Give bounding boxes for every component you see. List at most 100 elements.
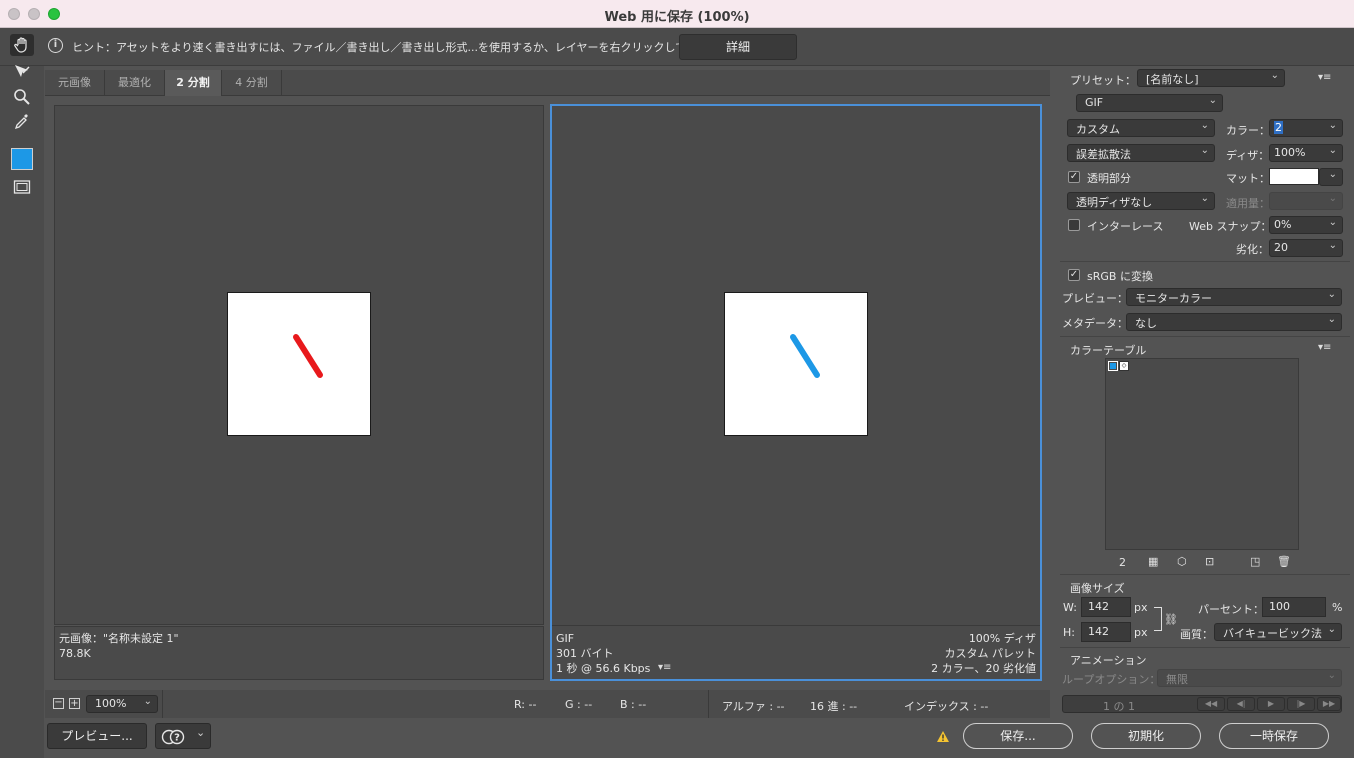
next-frame-icon[interactable]: |▶ [1287, 697, 1315, 711]
convert-srgb-checkbox[interactable]: ✓ [1068, 269, 1080, 281]
settings-panel: プリセット： [名前なし] ⌄ ▾≡ GIF ⌄ カスタム ⌄ カラー： 2 ⌄ 誤差拡… [1056, 66, 1354, 716]
tab-2-up[interactable]: 2 分割 [165, 70, 222, 96]
speed-menu-icon[interactable]: ▾≡ [658, 662, 671, 673]
color-swatch-2[interactable]: ◇ [1119, 361, 1129, 371]
amount-label: 適用量： [1226, 197, 1270, 210]
chevron-down-icon: ⌄ [1328, 193, 1337, 204]
last-frame-icon[interactable]: ▶▶ [1317, 697, 1341, 711]
tool-bar [0, 34, 44, 758]
lossy-value: 20 [1274, 241, 1288, 254]
height-input[interactable]: 142 [1081, 622, 1131, 642]
optimize-menu-icon[interactable]: ▾≡ [1318, 72, 1331, 83]
details-button[interactable]: 詳細 [679, 34, 797, 60]
warning-icon [936, 730, 950, 744]
tab-4-up[interactable]: 4 分割 [222, 70, 282, 96]
zoom-out-icon[interactable]: − [53, 698, 64, 709]
reset-button[interactable]: 初期化 [1091, 723, 1201, 749]
frame-counter: 1 の 1 [1103, 700, 1135, 713]
previous-frame-icon[interactable]: ◀| [1227, 697, 1255, 711]
transparency-checkbox[interactable]: ✓ [1068, 171, 1080, 183]
matte-dropdown[interactable]: ⌄ [1319, 168, 1343, 186]
section-divider [1060, 647, 1350, 648]
percent-unit: % [1332, 601, 1343, 614]
width-unit: px [1134, 601, 1148, 614]
eyedropper-color-swatch[interactable] [11, 148, 33, 170]
optimized-image-pane[interactable]: GIF 301 バイト 1 秒 @ 56.6 Kbps ▾≡ 100% ディザ … [550, 104, 1042, 681]
zoom-level-select[interactable]: 100% ⌄ [86, 695, 158, 713]
browser-preview-button[interactable]: プレビュー... [47, 723, 147, 749]
status-divider [162, 690, 163, 718]
file-format-value: GIF [1085, 96, 1104, 109]
tab-original[interactable]: 元画像 [45, 70, 105, 96]
remember-button[interactable]: 一時保存 [1219, 723, 1329, 749]
link-bracket [1154, 607, 1162, 631]
colors-label: カラー： [1226, 124, 1270, 137]
preset-select[interactable]: [名前なし] ⌄ [1137, 69, 1285, 87]
percent-input[interactable]: 100 [1262, 597, 1326, 617]
optimized-palette: カスタム パレット [944, 647, 1037, 660]
delete-color-trash-icon[interactable]: 🗑 [1277, 555, 1291, 568]
width-input[interactable]: 142 [1081, 597, 1131, 617]
color-reduction-select[interactable]: カスタム ⌄ [1067, 119, 1215, 137]
chevron-down-icon: ⌄ [1328, 120, 1337, 131]
transparency-label: 透明部分 [1087, 172, 1131, 185]
browser-select-button[interactable]: ? ⌄ [155, 723, 211, 749]
hex-readout: 16 進 : -- [810, 700, 858, 713]
file-format-select[interactable]: GIF ⌄ [1076, 94, 1223, 112]
play-icon[interactable]: ▶ [1257, 697, 1285, 711]
metadata-select[interactable]: なし ⌄ [1126, 313, 1342, 331]
color-table-menu-icon[interactable]: ▾≡ [1318, 342, 1331, 353]
download-speed: 1 秒 @ 56.6 Kbps [556, 662, 651, 675]
web-shift-cube-icon[interactable]: ⬡ [1177, 555, 1187, 568]
hand-tool-icon[interactable] [10, 34, 34, 56]
chevron-down-icon: ⌄ [143, 696, 152, 707]
web-snap-input[interactable]: 0% ⌄ [1269, 216, 1343, 234]
pane-divider [552, 625, 1040, 626]
amount-input: ⌄ [1269, 192, 1343, 210]
svg-text:?: ? [174, 733, 180, 744]
lossy-label: 劣化： [1236, 243, 1269, 256]
transparency-dither-select[interactable]: 透明ディザなし ⌄ [1067, 192, 1215, 210]
lock-color-icon[interactable]: ⊡ [1205, 555, 1214, 568]
save-button[interactable]: 保存... [963, 723, 1073, 749]
tab-optimized[interactable]: 最適化 [105, 70, 165, 96]
chevron-down-icon: ⌄ [1328, 169, 1337, 180]
colors-input[interactable]: 2 ⌄ [1269, 119, 1343, 137]
width-label: W: [1063, 601, 1077, 614]
optimized-format: GIF [556, 632, 575, 645]
color-swatch-1[interactable] [1108, 361, 1118, 371]
new-color-icon[interactable]: ◳ [1250, 555, 1260, 568]
status-divider [708, 690, 709, 718]
first-frame-icon[interactable]: ◀◀ [1197, 697, 1225, 711]
loop-options-value: 無限 [1166, 673, 1188, 686]
eyedropper-tool-icon[interactable] [10, 111, 34, 133]
map-transparent-icon[interactable]: ▦ [1148, 555, 1158, 568]
hint-bar: i ヒント：アセットをより速く書き出すには、ファイル／書き出し／書き出し形式..… [0, 28, 1354, 66]
optimized-dither: 100% ディザ [968, 632, 1036, 645]
chevron-down-icon: ⌄ [1327, 314, 1336, 325]
dither-algorithm-select[interactable]: 誤差拡散法 ⌄ [1067, 144, 1215, 162]
chevron-down-icon: ⌄ [1327, 670, 1336, 681]
resample-quality-select[interactable]: バイキュービック法 ⌄ [1214, 623, 1342, 641]
resample-quality-value: バイキュービック法 [1223, 627, 1322, 640]
height-unit: px [1134, 626, 1148, 639]
interlace-checkbox[interactable] [1068, 219, 1080, 231]
color-reduction-value: カスタム [1076, 123, 1120, 136]
lossy-input[interactable]: 20 ⌄ [1269, 239, 1343, 257]
color-table-grid[interactable]: ◇ [1105, 358, 1299, 550]
constrain-proportions-link-icon[interactable]: ⛓ [1164, 613, 1178, 626]
zoom-tool-icon[interactable] [10, 86, 34, 108]
transparency-dither-value: 透明ディザなし [1076, 196, 1153, 209]
toggle-slices-icon[interactable] [10, 176, 34, 198]
matte-color-swatch[interactable] [1269, 168, 1319, 185]
green-value-readout: G : -- [565, 698, 593, 711]
zoom-in-icon[interactable]: + [69, 698, 80, 709]
original-image-pane[interactable] [54, 105, 544, 625]
preview-select[interactable]: モニターカラー ⌄ [1126, 288, 1342, 306]
dither-input[interactable]: 100% ⌄ [1269, 144, 1343, 162]
chevron-down-icon: ⌄ [1327, 289, 1336, 300]
preset-label: プリセット： [1070, 74, 1136, 87]
metadata-label: メタデータ： [1062, 317, 1128, 330]
chevron-down-icon: ⌄ [1200, 193, 1209, 204]
slice-select-tool-icon[interactable] [10, 60, 34, 82]
